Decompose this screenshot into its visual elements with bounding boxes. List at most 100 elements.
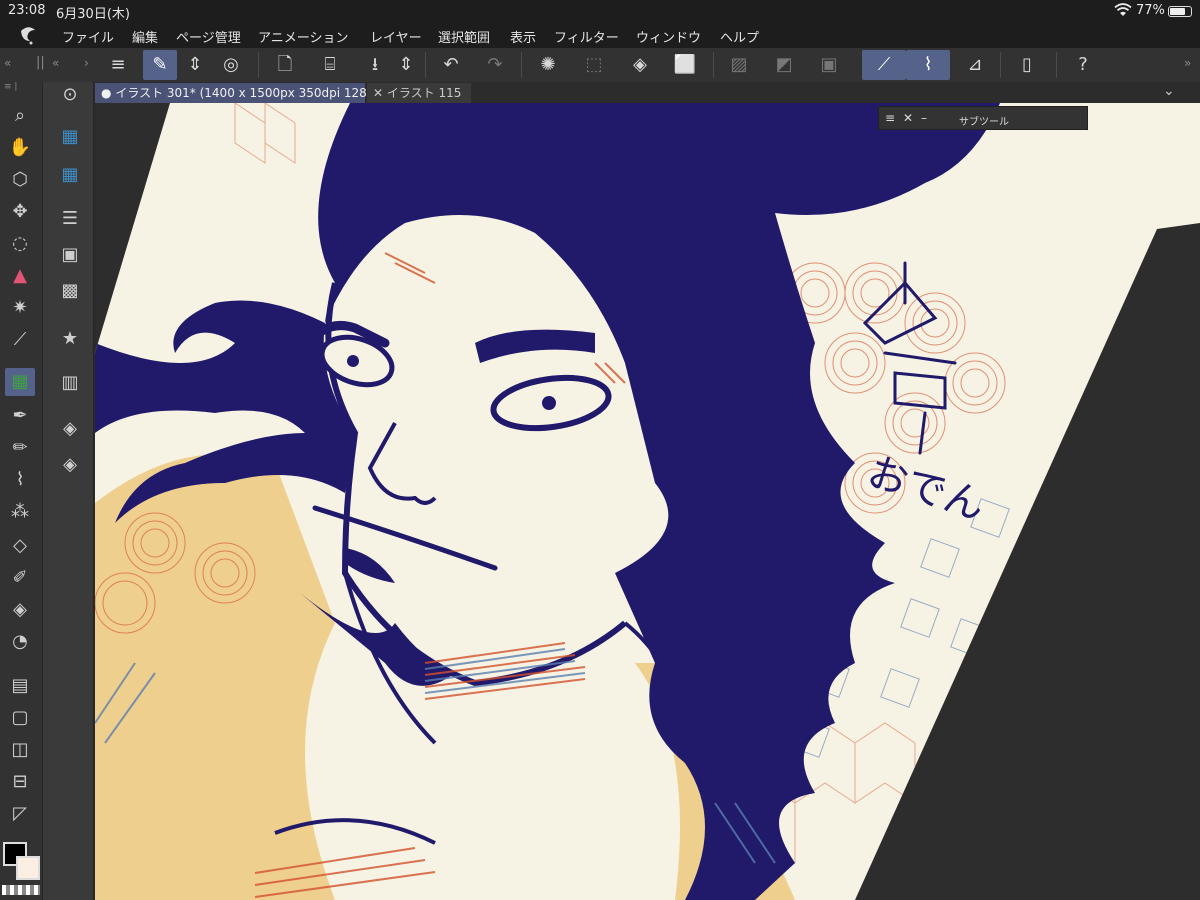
menu-window[interactable]: ウィンドウ [636, 27, 701, 46]
status-time: 23:08 [8, 3, 46, 18]
minimize-icon[interactable]: – [921, 111, 927, 125]
subtool-panel: ≡ ✕ – サブツール [878, 106, 1088, 130]
collapse-right-icon[interactable]: » [1184, 56, 1191, 70]
cake-icon[interactable]: ▲ [5, 262, 35, 290]
subtool-title: サブツール [959, 117, 1009, 128]
clear-selection-icon[interactable]: ▨ [722, 50, 756, 80]
layer-properties-icon[interactable]: ▦ [57, 124, 83, 150]
layers-icon[interactable]: ◈ [57, 416, 83, 442]
brush-mode-icon[interactable]: ⌇ [906, 50, 950, 80]
save-updown-icon[interactable]: ⇕ [392, 50, 420, 80]
document-tabs: ● イラスト 301* (1400 x 1500px 350dpi 128.3%… [95, 82, 1200, 103]
sub-palette: ⊙ ▦ ▦ ☰ ▣ ▩ ★ ▥ ◈ ◈ [42, 82, 94, 900]
color-set-icon[interactable]: ▩ [57, 278, 83, 304]
eraser-icon[interactable]: ◇ [5, 532, 35, 560]
expand-right-icon[interactable]: › [84, 56, 89, 70]
menu-file[interactable]: ファイル [62, 27, 114, 46]
menu-page[interactable]: ページ管理 [176, 27, 241, 46]
artwork-canvas[interactable]: おでん [95, 103, 1200, 900]
spiral-icon[interactable]: ◎ [214, 50, 248, 80]
tab-illust-115[interactable]: ✕ イラスト 115 [367, 83, 471, 103]
eyedropper-icon[interactable]: ⟋ [5, 326, 35, 354]
lasso-icon[interactable]: ◌ [5, 230, 35, 258]
select-loading-icon[interactable]: ✺ [531, 50, 565, 80]
layer-color-icon[interactable]: ▦ [5, 368, 35, 396]
command-bar: « || « › ≡ ✎ ⇕ ◎ 🗋 ⌸ ⭳ ⇕ ↶ ↷ ✺ ⬚ ◈ ⬜ ▨ ◩… [0, 48, 1200, 82]
close-icon[interactable]: ✕ [903, 111, 913, 125]
brush-edit-icon[interactable]: ✎ [143, 50, 177, 80]
tab-modified-dot: ● [101, 86, 112, 100]
save-icon[interactable]: ⭳ [358, 50, 392, 80]
tool-property-icon[interactable]: ▣ [57, 242, 83, 268]
help-icon[interactable]: ? [1066, 50, 1100, 80]
blend-icon[interactable]: ◔ [5, 628, 35, 656]
brush-icon[interactable]: ⌇ [5, 466, 35, 494]
pencil-icon[interactable]: ✏ [5, 434, 35, 462]
transform-icon[interactable]: ⬜ [668, 50, 702, 80]
menu-filter[interactable]: フィルター [554, 27, 619, 46]
hamburger-menu-icon[interactable]: ≡ [101, 50, 135, 80]
tool-palette-header[interactable]: ≡ | [0, 82, 42, 96]
menu-edit[interactable]: 編集 [132, 27, 158, 46]
collapse-left-icon-2[interactable]: « [52, 56, 59, 70]
magic-wand-icon[interactable]: ✷ [5, 294, 35, 322]
hand-icon[interactable]: ✋ [5, 134, 35, 162]
object-icon[interactable]: ⬡ [5, 166, 35, 194]
tab-label: イラスト 115 [386, 86, 462, 100]
chevron-down-icon[interactable]: ⌄ [1163, 83, 1175, 99]
new-file-icon[interactable]: 🗋 [268, 50, 302, 80]
open-folder-icon[interactable]: ⌸ [313, 50, 347, 80]
menu-layer[interactable]: レイヤー [370, 27, 422, 46]
fill-bucket-icon[interactable]: ◈ [5, 596, 35, 624]
pen-icon[interactable]: ✒ [5, 402, 35, 430]
clip-studio-logo-icon[interactable] [16, 24, 40, 46]
layer-search-icon[interactable]: ▦ [57, 162, 83, 188]
canvas-area[interactable]: おでん [95, 103, 1200, 900]
grip-icon[interactable]: ≡ [885, 111, 895, 125]
pen-mode-icon[interactable]: ⟋ [862, 50, 906, 80]
battery-icon [1168, 6, 1192, 17]
menu-animation[interactable]: アニメーション [258, 27, 348, 46]
redo-icon[interactable]: ↷ [478, 50, 512, 80]
spin-updown-icon[interactable]: ⇕ [181, 50, 209, 80]
material-icon[interactable]: ★ [57, 326, 83, 352]
menu-view[interactable]: 表示 [510, 27, 536, 46]
gradient-icon[interactable]: ▤ [5, 672, 35, 700]
right-pupil [542, 396, 556, 410]
menu-select[interactable]: 選択範囲 [438, 27, 490, 46]
collapse-left-icon[interactable]: « [4, 56, 11, 70]
battery-fill [1170, 8, 1185, 15]
transparent-color-swatch[interactable] [2, 885, 40, 895]
battery-percent: 77% [1136, 3, 1165, 18]
tab-close-icon[interactable]: ✕ [373, 86, 383, 100]
tab-illust-301[interactable]: ● イラスト 301* (1400 x 1500px 350dpi 128.3%… [95, 83, 394, 103]
zoom-icon[interactable]: ⌕ [5, 102, 35, 130]
selection-border-icon[interactable]: ▣ [812, 50, 846, 80]
status-bar: 23:08 6月30日(木) 77% [0, 0, 1200, 22]
wifi-icon [1114, 2, 1132, 22]
tab-label: イラスト 301* (1400 x 1500px 350dpi 128.3%) [115, 86, 395, 100]
menu-help[interactable]: ヘルプ [720, 27, 759, 46]
left-pupil [347, 355, 359, 367]
shape-icon[interactable]: ▢ [5, 704, 35, 732]
grip-icon[interactable]: || [36, 55, 45, 70]
timeline-icon[interactable]: ▥ [57, 370, 83, 396]
text-icon[interactable]: ⊟ [5, 768, 35, 796]
undo-icon[interactable]: ↶ [434, 50, 468, 80]
airbrush-icon[interactable]: ⁂ [5, 498, 35, 526]
navigator-icon[interactable]: ⊙ [57, 82, 83, 108]
subtool-detail-icon[interactable]: ☰ [57, 206, 83, 232]
fill-icon[interactable]: ◈ [623, 50, 657, 80]
move-icon[interactable]: ✥ [5, 198, 35, 226]
layer-settings-icon[interactable]: ◈ [57, 452, 83, 478]
ruler-pen-icon[interactable]: ⊿ [958, 50, 992, 80]
sub-color-swatch[interactable] [16, 856, 40, 880]
menu-bar: ファイル 編集 ページ管理 アニメーション レイヤー 選択範囲 表示 フィルター… [0, 22, 1200, 48]
ruler-icon[interactable]: ◸ [5, 800, 35, 828]
invert-selection-icon[interactable]: ◩ [767, 50, 801, 80]
frame-icon[interactable]: ◫ [5, 736, 35, 764]
device-icon[interactable]: ▯ [1010, 50, 1044, 80]
select-dim-icon[interactable]: ⬚ [577, 50, 611, 80]
status-date: 6月30日(木) [56, 7, 130, 22]
decoration-icon[interactable]: ✐ [5, 564, 35, 592]
